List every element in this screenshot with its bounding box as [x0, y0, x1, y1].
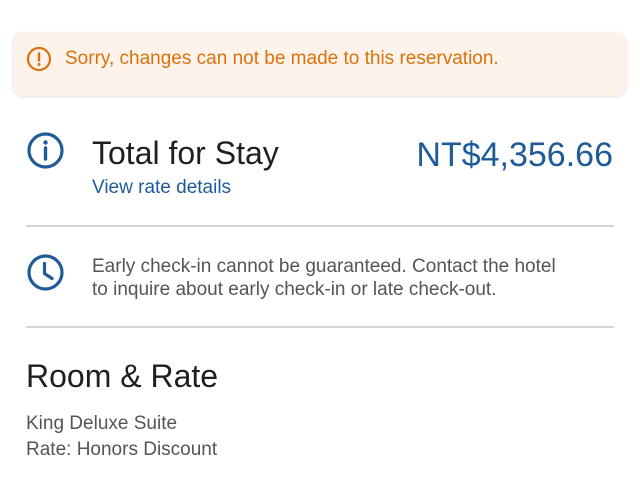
info-circle-icon[interactable] [26, 131, 65, 170]
rate-name: Rate: Honors Discount [26, 439, 218, 460]
view-rate-details-link[interactable]: View rate details [92, 176, 231, 200]
room-name: King Deluxe Suite [26, 413, 178, 434]
checkin-line-2: to inquire about early check-in or late … [92, 279, 497, 300]
alert-message: Sorry, changes can not be made to this r… [65, 48, 499, 69]
divider [26, 326, 614, 328]
room-rate-heading: Room & Rate [26, 358, 219, 394]
divider [26, 225, 614, 227]
total-price: NT$4,356.66 [416, 136, 613, 174]
total-for-stay-title: Total for Stay [92, 135, 279, 171]
reservation-page: Sorry, changes can not be made to this r… [0, 0, 640, 484]
clock-icon [26, 253, 65, 292]
reservation-alert: Sorry, changes can not be made to this r… [13, 32, 626, 96]
early-checkin-notice: Early check-in cannot be guaranteed. Con… [92, 255, 592, 301]
info-circle-icon [26, 46, 52, 72]
checkin-line-1: Early check-in cannot be guaranteed. Con… [92, 256, 556, 277]
